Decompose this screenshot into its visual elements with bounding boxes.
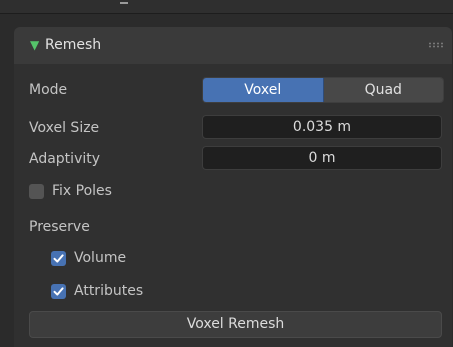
panel-title: Remesh	[45, 37, 102, 53]
volume-label[interactable]: Volume	[74, 249, 126, 267]
triangle-down-icon[interactable]: ▼	[30, 39, 39, 51]
voxel-remesh-button[interactable]: Voxel Remesh	[29, 311, 442, 338]
voxel-size-field[interactable]: 0.035 m	[202, 115, 442, 139]
adaptivity-label: Adaptivity	[29, 151, 101, 167]
adaptivity-field[interactable]: 0 m	[202, 146, 442, 170]
mode-option-quad[interactable]: Quad	[323, 78, 443, 102]
mode-label: Mode	[29, 82, 68, 98]
checkmark-icon	[53, 254, 64, 263]
grip-dots-icon[interactable]	[428, 42, 444, 48]
volume-checkbox[interactable]	[51, 251, 66, 266]
preserve-label: Preserve	[29, 219, 90, 235]
previous-panel-edge	[0, 0, 453, 14]
remesh-panel: ▼ Remesh Mode Voxel Quad Voxel Size 0.03…	[0, 0, 453, 347]
attributes-checkbox[interactable]	[51, 284, 66, 299]
voxel-size-label: Voxel Size	[29, 120, 100, 136]
panel-body	[14, 64, 452, 347]
clipped-text-fragment	[120, 0, 128, 4]
panel-header[interactable]: ▼ Remesh	[14, 27, 452, 64]
fix-poles-checkbox[interactable]	[29, 184, 44, 199]
fix-poles-label[interactable]: Fix Poles	[52, 182, 112, 200]
checkmark-icon	[53, 287, 64, 296]
mode-segmented-control: Voxel Quad	[202, 77, 444, 103]
attributes-label[interactable]: Attributes	[74, 282, 143, 300]
mode-option-voxel[interactable]: Voxel	[203, 78, 324, 102]
